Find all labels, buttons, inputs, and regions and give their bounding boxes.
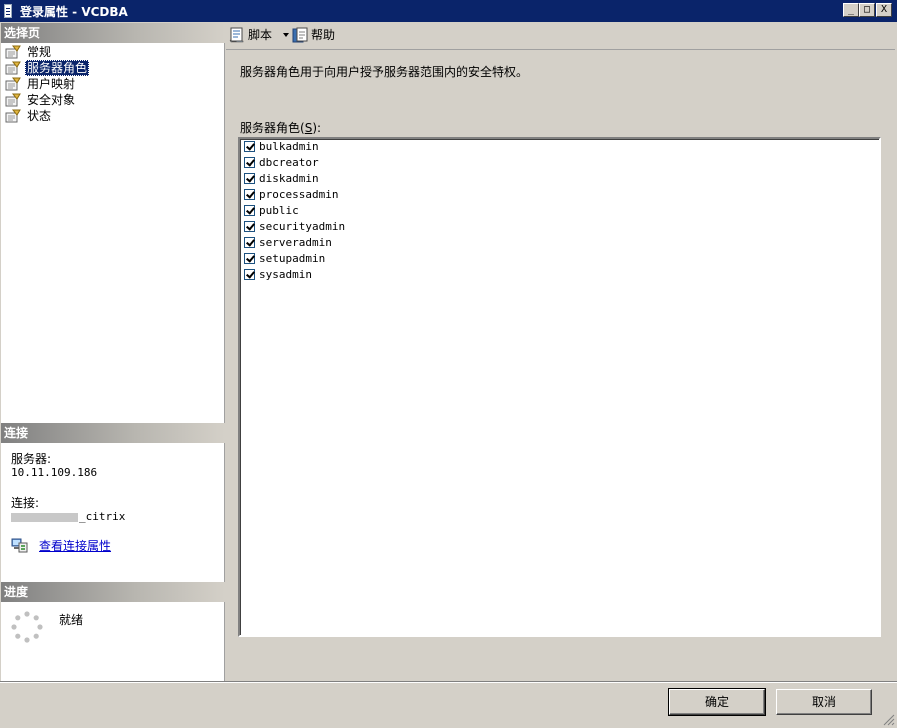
role-checkbox[interactable] bbox=[244, 189, 255, 200]
minimize-button[interactable]: _ bbox=[843, 3, 859, 17]
connection-value: _citrix bbox=[11, 510, 125, 523]
page-item-status[interactable]: 状态 bbox=[3, 108, 223, 124]
server-value: 10.11.109.186 bbox=[11, 466, 98, 479]
progress-header: 进度 bbox=[1, 582, 225, 602]
script-label: 脚本 bbox=[248, 28, 273, 42]
page-icon bbox=[5, 109, 21, 123]
progress-status: 就绪 bbox=[59, 613, 84, 627]
cancel-button[interactable]: 取消 bbox=[776, 689, 872, 715]
title-bar[interactable]: 登录属性 - VCDBA _ □ X bbox=[0, 0, 897, 22]
close-button[interactable]: X bbox=[876, 3, 892, 17]
role-item-serveradmin[interactable]: serveradmin bbox=[242, 235, 442, 251]
help-button[interactable]: 帮助 bbox=[292, 26, 342, 44]
role-item-dbcreator[interactable]: dbcreator bbox=[242, 155, 442, 171]
main-panel: 服务器角色用于向用户授予服务器范围内的安全特权。 服务器角色(S): bulka… bbox=[226, 49, 895, 681]
role-name: sysadmin bbox=[259, 268, 312, 281]
connection-value-suffix: _citrix bbox=[79, 510, 126, 523]
page-item-general[interactable]: 常规 bbox=[3, 44, 223, 60]
script-icon bbox=[229, 27, 244, 43]
page-icon bbox=[5, 77, 21, 91]
window-title: 登录属性 - VCDBA bbox=[20, 5, 128, 19]
script-button[interactable]: 脚本 bbox=[229, 26, 291, 44]
role-checkbox[interactable] bbox=[244, 269, 255, 280]
maximize-button[interactable]: □ bbox=[859, 3, 875, 17]
toolbar: 脚本 帮助 bbox=[226, 23, 897, 47]
role-item-public[interactable]: public bbox=[242, 203, 442, 219]
role-checkbox[interactable] bbox=[244, 157, 255, 168]
page-item-label: 服务器角色 bbox=[25, 60, 90, 76]
role-name: setupadmin bbox=[259, 252, 326, 265]
server-roles-list[interactable]: bulkadmin dbcreator diskadmin processadm… bbox=[238, 137, 881, 637]
role-name: dbcreator bbox=[259, 156, 319, 169]
role-item-processadmin[interactable]: processadmin bbox=[242, 187, 442, 203]
page-icon bbox=[5, 61, 21, 75]
server-label: 服务器: bbox=[11, 452, 52, 466]
page-item-label: 常规 bbox=[27, 45, 52, 59]
role-item-setupadmin[interactable]: setupadmin bbox=[242, 251, 442, 267]
page-list: 常规 服务器角色 用户映射 安全对象 状态 bbox=[3, 44, 223, 124]
page-item-server-roles[interactable]: 服务器角色 bbox=[3, 60, 223, 76]
connection-label: 连接: bbox=[11, 496, 40, 510]
page-icon bbox=[5, 45, 21, 59]
page-item-securables[interactable]: 安全对象 bbox=[3, 92, 223, 108]
role-name: bulkadmin bbox=[259, 140, 319, 153]
server-roles-label-text: 服务器角色 bbox=[240, 121, 301, 135]
role-name: processadmin bbox=[259, 188, 339, 201]
role-name: diskadmin bbox=[259, 172, 319, 185]
page-item-label: 状态 bbox=[27, 109, 52, 123]
left-pane: 选择页 常规 服务器角色 用户映射 安全对象 状态 连接 服务器: 10.11.… bbox=[1, 23, 225, 681]
connection-properties-icon bbox=[11, 538, 28, 553]
bottom-separator bbox=[0, 681, 897, 683]
role-checkbox[interactable] bbox=[244, 253, 255, 264]
page-item-label: 用户映射 bbox=[27, 77, 76, 91]
window-icon bbox=[4, 4, 12, 18]
role-name: public bbox=[259, 204, 299, 217]
role-checkbox[interactable] bbox=[244, 141, 255, 152]
view-connection-link[interactable]: 查看连接属性 bbox=[39, 537, 111, 554]
server-roles-label: 服务器角色(S): bbox=[240, 119, 321, 136]
page-item-label: 安全对象 bbox=[27, 93, 76, 107]
progress-block: 就绪 bbox=[1, 603, 225, 673]
help-label: 帮助 bbox=[311, 28, 336, 42]
role-item-diskadmin[interactable]: diskadmin bbox=[242, 171, 442, 187]
connection-header: 连接 bbox=[1, 423, 225, 443]
role-name: serveradmin bbox=[259, 236, 332, 249]
page-icon bbox=[5, 93, 21, 107]
select-page-header: 选择页 bbox=[1, 23, 225, 43]
redacted-username bbox=[11, 512, 78, 522]
resize-grip-icon[interactable] bbox=[883, 714, 895, 726]
page-item-user-mapping[interactable]: 用户映射 bbox=[3, 76, 223, 92]
server-roles-label-colon: : bbox=[317, 121, 322, 135]
role-checkbox[interactable] bbox=[244, 237, 255, 248]
role-checkbox[interactable] bbox=[244, 205, 255, 216]
role-item-sysadmin[interactable]: sysadmin bbox=[242, 267, 442, 283]
role-item-bulkadmin[interactable]: bulkadmin bbox=[242, 139, 442, 155]
page-description: 服务器角色用于向用户授予服务器范围内的安全特权。 bbox=[240, 65, 529, 79]
role-checkbox[interactable] bbox=[244, 173, 255, 184]
role-name: securityadmin bbox=[259, 220, 346, 233]
chevron-down-icon[interactable] bbox=[283, 33, 289, 37]
role-item-securityadmin[interactable]: securityadmin bbox=[242, 219, 442, 235]
progress-spinner-icon bbox=[11, 611, 43, 643]
role-checkbox[interactable] bbox=[244, 221, 255, 232]
ok-button[interactable]: 确定 bbox=[668, 688, 766, 716]
connection-info: 服务器: 10.11.109.186 连接: _citrix bbox=[11, 453, 125, 523]
help-icon bbox=[292, 27, 308, 43]
